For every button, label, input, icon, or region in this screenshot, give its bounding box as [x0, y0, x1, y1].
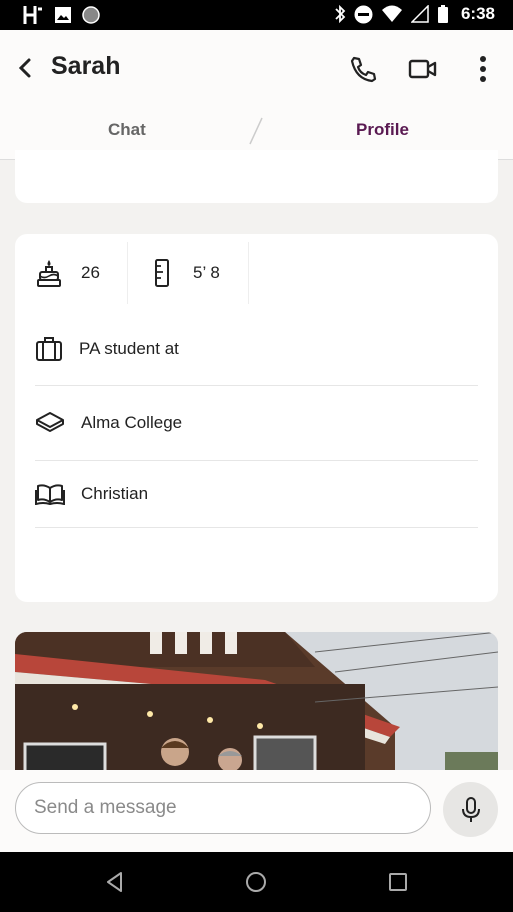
graduation-cap-icon — [36, 411, 64, 432]
tab-profile[interactable]: Profile — [356, 120, 409, 140]
previous-card — [15, 150, 498, 203]
ruler-icon — [155, 259, 169, 287]
back-icon[interactable] — [14, 54, 38, 82]
photo-content — [15, 632, 498, 772]
nav-home-icon[interactable] — [244, 870, 268, 894]
school-text: Alma College — [81, 412, 183, 432]
image-notification-icon — [55, 7, 71, 23]
vitals-card: 26 5’ 8 PA student at Alma College Chris… — [15, 234, 498, 602]
wifi-icon — [381, 5, 402, 22]
height-value: 5’ 8 — [193, 263, 220, 282]
tab-chat[interactable]: Chat — [108, 120, 146, 140]
job-row: PA student at — [35, 313, 478, 386]
religion-row: Christian — [35, 461, 478, 528]
briefcase-icon — [36, 337, 62, 361]
age-value: 26 — [81, 263, 100, 282]
message-input[interactable] — [15, 782, 431, 834]
mic-icon — [461, 796, 480, 822]
height-chip: 5’ 8 — [153, 234, 248, 312]
profile-photo — [15, 632, 498, 772]
chip-divider — [248, 242, 249, 304]
clock: 6:38 — [460, 4, 495, 23]
circle-notification-icon — [82, 6, 100, 24]
bluetooth-icon — [335, 4, 346, 24]
nav-back-icon[interactable] — [103, 870, 127, 894]
hinge-app-icon — [23, 6, 42, 24]
book-icon — [35, 484, 65, 505]
system-nav-bar — [0, 852, 513, 912]
phone-icon[interactable] — [348, 54, 378, 84]
signal-icon — [410, 5, 429, 23]
more-icon[interactable] — [468, 54, 498, 84]
tab-divider — [249, 117, 263, 145]
do-not-disturb-icon — [354, 5, 373, 23]
battery-icon — [437, 5, 448, 23]
school-row: Alma College — [35, 385, 478, 461]
conversation-header: Sarah Chat Profile — [0, 30, 513, 160]
message-composer — [0, 770, 513, 852]
job-text: PA student at — [79, 339, 179, 358]
age-chip: 26 — [35, 234, 127, 312]
cake-icon — [37, 260, 61, 287]
video-icon[interactable] — [408, 54, 438, 84]
nav-recents-icon[interactable] — [386, 870, 410, 894]
religion-text: Christian — [81, 484, 149, 503]
chip-divider — [127, 242, 128, 304]
contact-name: Sarah — [51, 52, 121, 80]
status-bar: 6:38 — [0, 0, 513, 30]
mic-button[interactable] — [443, 782, 498, 837]
